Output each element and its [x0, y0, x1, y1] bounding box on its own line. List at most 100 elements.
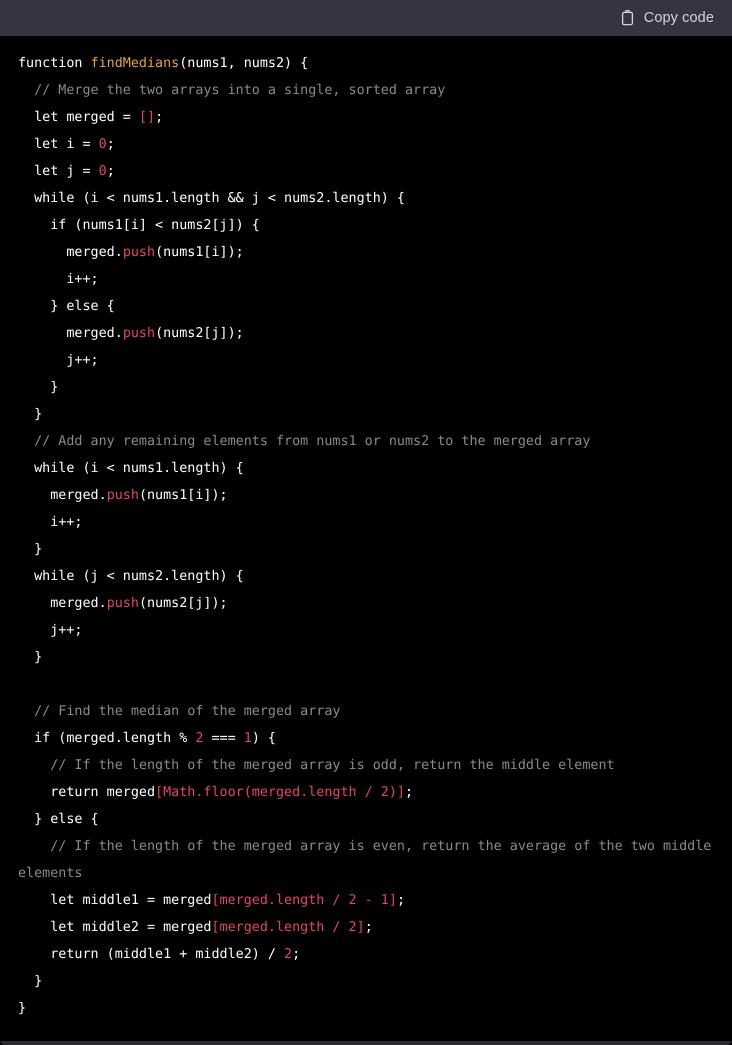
code-token: []: [138, 110, 156, 125]
code-token: while (i < nums1.length) {: [18, 461, 244, 476]
code-token: let i =: [18, 137, 99, 152]
code-token: } else {: [18, 299, 115, 314]
copy-code-button[interactable]: Copy code: [618, 8, 716, 29]
code-token: while (i < nums1.length && j < nums2.len…: [18, 191, 405, 206]
code-line: // Find the median of the merged array: [18, 698, 724, 725]
code-line: while (i < nums1.length && j < nums2.len…: [18, 185, 724, 212]
code-line: } else {: [18, 806, 724, 833]
code-token: // Find the median of the merged array: [18, 704, 341, 719]
code-token: // If the length of the merged array is …: [18, 839, 720, 881]
code-line: merged.push(nums1[i]);: [18, 239, 724, 266]
code-line: let j = 0;: [18, 158, 724, 185]
code-token: }: [18, 974, 43, 989]
code-line: // If the length of the merged array is …: [18, 752, 724, 779]
code-line: } else {: [18, 293, 724, 320]
code-token: while (j < nums2.length) {: [18, 569, 244, 584]
code-token: ) {: [251, 731, 276, 746]
code-token: i++;: [18, 272, 99, 287]
code-line: let merged = [];: [18, 104, 724, 131]
code-token: // Add any remaining elements from nums1…: [18, 434, 591, 449]
code-token: ;: [404, 785, 414, 800]
code-token: [Math.floor(merged.length / 2)]: [155, 785, 405, 800]
code-token: push: [122, 326, 156, 341]
code-token: merged.: [18, 245, 123, 260]
code-token: } else {: [18, 812, 99, 827]
code-line: }: [18, 644, 724, 671]
code-token: merged.: [18, 596, 107, 611]
code-token: }: [18, 407, 43, 422]
code-token: (nums2[j]);: [155, 326, 244, 341]
code-token: (nums1[i]);: [138, 488, 228, 503]
code-token: 0: [98, 137, 107, 152]
code-line: i++;: [18, 266, 724, 293]
code-token: [merged.length / 2 - 1]: [211, 893, 397, 908]
code-token: (nums1, nums2) {: [179, 56, 309, 71]
code-token: }: [18, 542, 43, 557]
code-token: let merged =: [18, 110, 139, 125]
code-token: let middle1 = merged: [18, 893, 212, 908]
code-block: Copy code function findMedians(nums1, nu…: [0, 0, 732, 1045]
code-token: function: [18, 56, 91, 71]
code-token: i++;: [18, 515, 83, 530]
code-token: 1: [243, 731, 252, 746]
code-token: ;: [364, 920, 373, 935]
code-line: // Merge the two arrays into a single, s…: [18, 77, 724, 104]
code-token: ;: [106, 164, 115, 179]
code-line: ​: [18, 671, 724, 698]
code-token: ;: [292, 947, 301, 962]
code-line: return (middle1 + middle2) / 2;: [18, 941, 724, 968]
code-token: push: [106, 596, 139, 611]
code-token: ;: [106, 137, 115, 152]
code-content: function findMedians(nums1, nums2) { // …: [18, 50, 724, 1022]
code-token: }: [18, 380, 59, 395]
code-line: merged.push(nums1[i]);: [18, 482, 724, 509]
code-token: ;: [155, 110, 164, 125]
code-line: }: [18, 374, 724, 401]
copy-code-label: Copy code: [643, 9, 714, 26]
code-block-header: Copy code: [0, 0, 732, 36]
code-token: 2: [284, 947, 293, 962]
code-token: push: [106, 488, 139, 503]
code-token: merged.: [18, 326, 123, 341]
code-scroll-area[interactable]: function findMedians(nums1, nums2) { // …: [0, 36, 732, 1045]
code-token: 0: [98, 164, 107, 179]
code-line: merged.push(nums2[j]);: [18, 590, 724, 617]
code-line: if (merged.length % 2 === 1) {: [18, 725, 724, 752]
code-line: }: [18, 536, 724, 563]
code-line: // If the length of the merged array is …: [18, 833, 724, 887]
code-line: while (j < nums2.length) {: [18, 563, 724, 590]
code-line: while (i < nums1.length) {: [18, 455, 724, 482]
code-token: merged.: [18, 488, 107, 503]
code-token: // If the length of the merged array is …: [18, 758, 615, 773]
code-token: }: [18, 650, 43, 665]
code-line: }: [18, 968, 724, 995]
code-line: return merged[Math.floor(merged.length /…: [18, 779, 724, 806]
code-token: let middle2 = merged: [18, 920, 212, 935]
code-token: j++;: [18, 623, 83, 638]
code-token: (nums2[j]);: [138, 596, 228, 611]
code-line: let middle1 = merged[merged.length / 2 -…: [18, 887, 724, 914]
code-line: merged.push(nums2[j]);: [18, 320, 724, 347]
code-line: let i = 0;: [18, 131, 724, 158]
code-token: if (merged.length %: [18, 731, 196, 746]
code-line: j++;: [18, 617, 724, 644]
code-token: if (nums1[i] < nums2[j]) {: [18, 218, 260, 233]
code-token: push: [122, 245, 156, 260]
code-line: if (nums1[i] < nums2[j]) {: [18, 212, 724, 239]
code-line: }: [18, 401, 724, 428]
code-token: return (middle1 + middle2) /: [18, 947, 285, 962]
code-token: findMedians: [90, 56, 180, 71]
clipboard-icon: [620, 10, 636, 27]
code-line: }: [18, 995, 724, 1022]
code-token: ;: [396, 893, 405, 908]
code-token: return merged: [18, 785, 156, 800]
code-line: // Add any remaining elements from nums1…: [18, 428, 724, 455]
code-token: j++;: [18, 353, 99, 368]
code-block-footer-strip: [0, 1041, 732, 1045]
code-line: j++;: [18, 347, 724, 374]
code-line: function findMedians(nums1, nums2) {: [18, 50, 724, 77]
code-token: [merged.length / 2]: [211, 920, 365, 935]
code-token: // Merge the two arrays into a single, s…: [18, 83, 446, 98]
code-token: ===: [203, 731, 244, 746]
code-token: (nums1[i]);: [155, 245, 244, 260]
